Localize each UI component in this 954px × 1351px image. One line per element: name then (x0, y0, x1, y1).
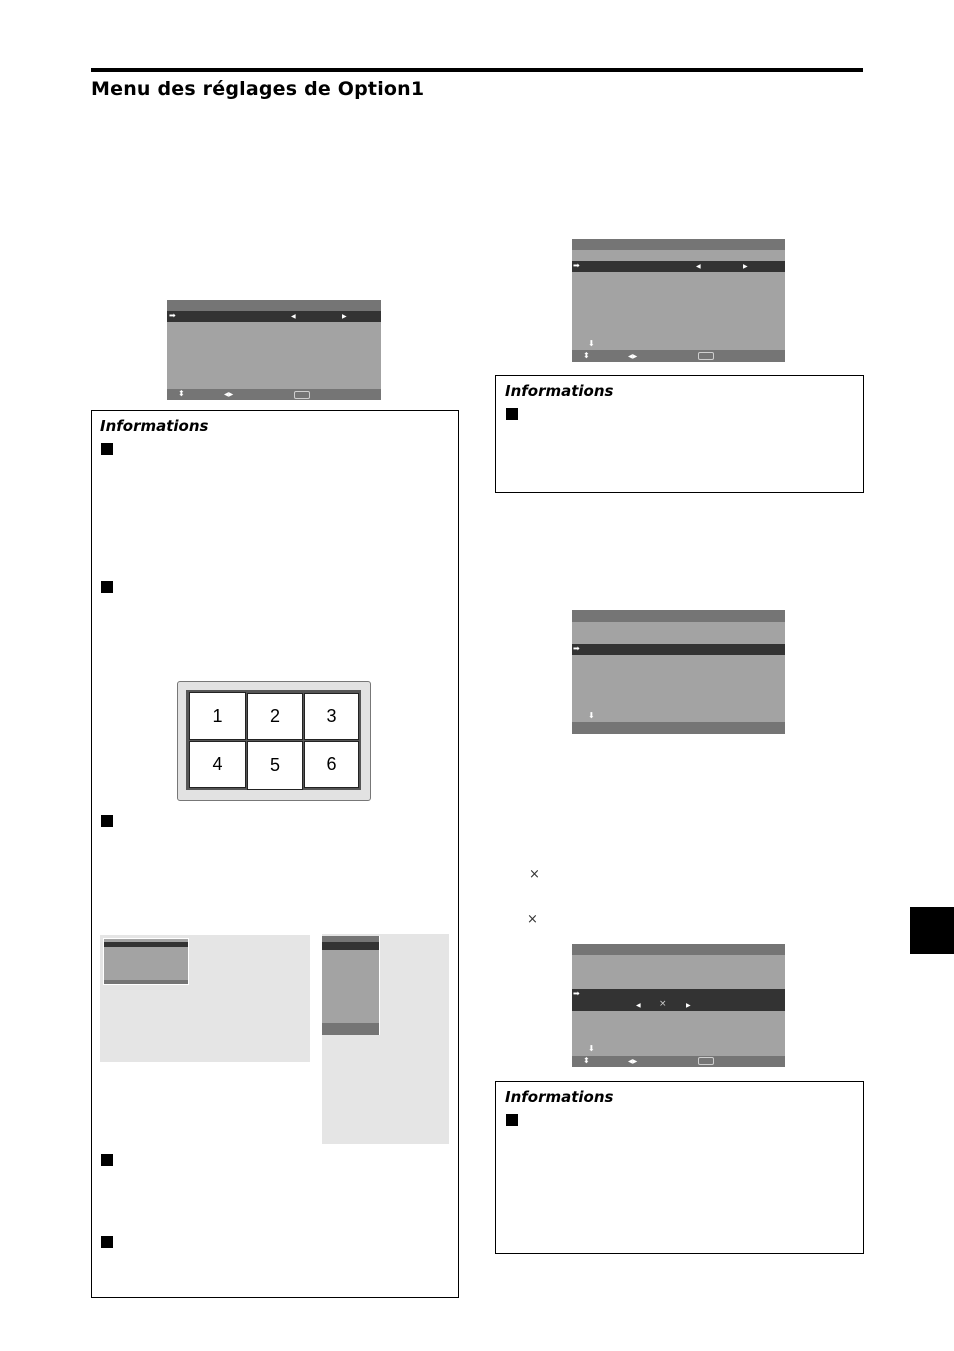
osd-menu-2: ➡ ◀ ▶ ⬇ ⬍ ◀▶ (572, 239, 785, 362)
down-arrow-icon: ⬇ (588, 711, 595, 720)
osd-highlight-row[interactable]: ➡ ◀ ▶ (167, 311, 381, 322)
left-right-icon: ◀▶ (224, 391, 234, 398)
bullet-icon (101, 815, 113, 827)
select-arrow-icon: ➡ (169, 311, 176, 320)
info-box-right-top: Informations (495, 375, 864, 493)
up-down-icon: ⬍ (583, 1056, 590, 1065)
osd-menu-4: ➡ ◀ × ▶ ⬇ ⬍ ◀▶ (572, 944, 785, 1067)
top-rule (91, 68, 863, 72)
bullet-icon (506, 408, 518, 420)
up-down-icon: ⬍ (583, 351, 590, 360)
osd-footer-bar: ⬍ ◀▶ (572, 1056, 785, 1067)
right-arrow-icon[interactable]: ▶ (743, 263, 748, 271)
info-box-title: Informations (505, 382, 614, 400)
osd-title-bar (167, 300, 381, 311)
select-arrow-icon: ➡ (573, 261, 580, 270)
bullet-icon (506, 1114, 518, 1126)
right-arrow-icon[interactable]: ▶ (342, 313, 347, 321)
info-box-title: Informations (100, 417, 209, 435)
osd-menu-3: ➡ ⬇ (572, 610, 785, 734)
down-arrow-icon: ⬇ (588, 339, 595, 348)
exit-button-icon (698, 1057, 714, 1065)
right-arrow-icon[interactable]: ▶ (686, 1002, 691, 1010)
info-box-right-bottom: Informations (495, 1081, 864, 1254)
grid-cell-4: 4 (189, 741, 246, 788)
screen-grid: 1 2 3 4 5 6 (186, 690, 361, 790)
osd-highlight-row (104, 942, 188, 947)
close-x-icon: × (659, 999, 667, 1009)
exit-button-icon (698, 352, 714, 360)
left-arrow-icon[interactable]: ◀ (291, 313, 296, 321)
grid-cell-6: 6 (304, 741, 359, 788)
up-down-icon: ⬍ (178, 389, 185, 398)
grid-cell-3: 3 (304, 693, 359, 740)
left-arrow-icon[interactable]: ◀ (636, 1002, 641, 1010)
osd-title-bar (572, 610, 785, 622)
osd-footer-bar (572, 722, 785, 734)
page-title: Menu des réglages de Option1 (91, 78, 425, 100)
bullet-icon (101, 1154, 113, 1166)
info-box-left: Informations (91, 410, 459, 1298)
osd-footer-bar (322, 1023, 379, 1035)
osd-highlight-row (322, 942, 379, 950)
osd-menu-1: ➡ ◀ ▶ ⬍ ◀▶ (167, 300, 381, 400)
osd-thumbnail-landscape (103, 938, 189, 985)
bullet-icon (101, 443, 113, 455)
left-arrow-icon[interactable]: ◀ (696, 263, 701, 271)
osd-footer-bar: ⬍ ◀▶ (572, 350, 785, 362)
select-arrow-icon: ➡ (573, 644, 580, 653)
left-right-icon: ◀▶ (628, 1058, 638, 1065)
osd-title-bar (572, 944, 785, 955)
info-box-title: Informations (505, 1088, 614, 1106)
grid-cell-2: 2 (247, 693, 303, 740)
osd-highlight-row[interactable]: ➡ ◀ ▶ (572, 261, 785, 272)
section-tab-marker (910, 907, 954, 954)
osd-highlight-row[interactable]: ➡ ◀ × ▶ (572, 989, 785, 1011)
select-arrow-icon: ➡ (573, 989, 580, 998)
osd-footer-bar: ⬍ ◀▶ (167, 389, 381, 400)
left-right-icon: ◀▶ (628, 353, 638, 360)
bullet-icon (101, 581, 113, 593)
osd-footer-bar (104, 980, 188, 984)
multiply-sign: × (529, 867, 540, 882)
multiply-sign: × (527, 912, 538, 927)
down-arrow-icon: ⬇ (588, 1044, 595, 1053)
exit-button-icon (294, 391, 310, 399)
bullet-icon (101, 1236, 113, 1248)
osd-thumbnail-portrait (322, 936, 380, 1035)
grid-cell-1: 1 (189, 692, 246, 740)
osd-title-bar (572, 239, 785, 250)
grid-cell-5: 5 (247, 741, 303, 790)
osd-highlight-row[interactable]: ➡ (572, 644, 785, 655)
